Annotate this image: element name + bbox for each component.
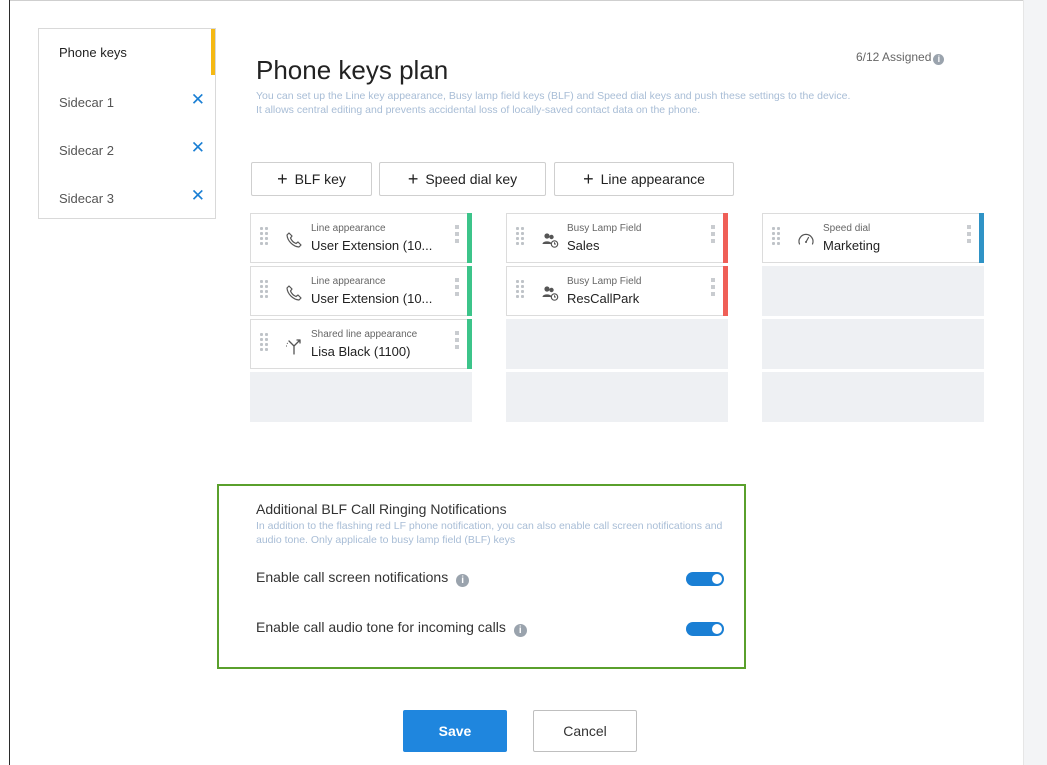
empty-key-slot[interactable] xyxy=(506,319,728,369)
key-menu-icon[interactable] xyxy=(455,225,459,247)
info-icon[interactable]: i xyxy=(513,624,527,637)
plus-icon: + xyxy=(583,169,594,189)
key-name: ResCallPark xyxy=(567,291,640,306)
tab-label: Sidecar 2 xyxy=(59,143,114,158)
notifications-description: In addition to the flashing red LF phone… xyxy=(256,520,723,546)
toggle-knob xyxy=(712,624,722,634)
audio-tone-label: Enable call audio tone for incoming call… xyxy=(256,619,506,635)
add-blf-key-button[interactable]: + BLF key xyxy=(251,162,372,196)
phone-key-card[interactable]: Line appearance User Extension (10... xyxy=(250,213,472,263)
tab-sidecar-2[interactable]: Sidecar 2 ✕ xyxy=(39,127,215,171)
button-label: Line appearance xyxy=(600,171,705,187)
key-menu-icon[interactable] xyxy=(455,278,459,300)
audio-tone-row: Enable call audio tone for incoming call… xyxy=(256,619,527,637)
key-menu-icon[interactable] xyxy=(711,225,715,247)
empty-key-slot[interactable] xyxy=(762,372,984,422)
key-menu-icon[interactable] xyxy=(967,225,971,247)
tab-sidecar-1[interactable]: Sidecar 1 ✕ xyxy=(39,79,215,123)
phone-key-card[interactable]: Busy Lamp Field Sales xyxy=(506,213,728,263)
key-menu-icon[interactable] xyxy=(711,278,715,300)
drag-handle-icon[interactable] xyxy=(516,227,524,247)
key-color-indicator xyxy=(467,213,472,263)
key-name: Marketing xyxy=(823,238,881,253)
active-tab-indicator xyxy=(211,29,215,75)
phone-key-card[interactable]: Shared line appearance Lisa Black (1100) xyxy=(250,319,472,369)
button-label: BLF key xyxy=(294,171,346,187)
key-name: Sales xyxy=(567,238,600,253)
button-label: Speed dial key xyxy=(425,171,518,187)
key-type: Line appearance xyxy=(311,223,386,234)
info-icon[interactable]: i xyxy=(456,574,470,587)
key-type: Busy Lamp Field xyxy=(567,223,642,234)
tab-sidecar-3[interactable]: Sidecar 3 ✕ xyxy=(39,175,215,219)
blf-notifications-panel: Additional BLF Call Ringing Notification… xyxy=(217,484,746,669)
tab-phone-keys[interactable]: Phone keys xyxy=(39,29,215,75)
blf-users-icon xyxy=(542,286,559,301)
plus-icon: + xyxy=(407,169,419,189)
key-color-indicator xyxy=(979,213,984,263)
plus-icon: + xyxy=(277,169,288,189)
screen-notifications-row: Enable call screen notifications i xyxy=(256,569,470,587)
empty-key-slot[interactable] xyxy=(506,372,728,422)
empty-key-slot[interactable] xyxy=(250,372,472,422)
key-color-indicator xyxy=(723,266,728,316)
phone-key-tabs: Phone keys Sidecar 1 ✕ Sidecar 2 ✕ Sidec… xyxy=(38,28,216,219)
page-title: Phone keys plan xyxy=(256,55,449,85)
page-description: You can set up the Line key appearance, … xyxy=(256,90,851,116)
key-menu-icon[interactable] xyxy=(455,331,459,353)
drag-handle-icon[interactable] xyxy=(260,333,268,353)
add-speed-dial-key-button[interactable]: + Speed dial key xyxy=(379,162,546,196)
key-color-indicator xyxy=(467,266,472,316)
tab-label: Phone keys xyxy=(59,45,127,60)
info-icon[interactable]: i xyxy=(933,54,945,65)
drag-handle-icon[interactable] xyxy=(260,280,268,300)
key-color-indicator xyxy=(723,213,728,263)
phone-key-card[interactable]: Busy Lamp Field ResCallPark xyxy=(506,266,728,316)
empty-key-slot[interactable] xyxy=(762,319,984,369)
close-icon[interactable]: ✕ xyxy=(191,187,205,204)
cancel-button[interactable]: Cancel xyxy=(533,710,637,752)
key-type: Speed dial xyxy=(823,223,871,234)
key-name: User Extension (10... xyxy=(311,291,433,306)
assigned-count: 6/12 Assigned i xyxy=(856,50,945,65)
add-line-appearance-button[interactable]: + Line appearance xyxy=(554,162,734,196)
shared-line-icon xyxy=(286,339,301,355)
phone-icon xyxy=(286,285,302,301)
tab-label: Sidecar 1 xyxy=(59,95,114,110)
drag-handle-icon[interactable] xyxy=(260,227,268,247)
phone-key-card[interactable]: Speed dial Marketing xyxy=(762,213,984,263)
key-type: Line appearance xyxy=(311,276,386,287)
blf-users-icon xyxy=(542,233,559,248)
phone-key-card[interactable]: Line appearance User Extension (10... xyxy=(250,266,472,316)
key-name: User Extension (10... xyxy=(311,238,433,253)
close-icon[interactable]: ✕ xyxy=(191,91,205,108)
tab-label: Sidecar 3 xyxy=(59,191,114,206)
window-left-border xyxy=(9,0,10,765)
screen-notifications-toggle[interactable] xyxy=(686,572,724,586)
key-type: Busy Lamp Field xyxy=(567,276,642,287)
empty-key-slot[interactable] xyxy=(762,266,984,316)
window-top-border xyxy=(9,0,1047,1)
speed-dial-icon xyxy=(798,233,814,245)
drag-handle-icon[interactable] xyxy=(772,227,780,247)
screen-notifications-label: Enable call screen notifications xyxy=(256,569,449,585)
key-color-indicator xyxy=(467,319,472,369)
right-side-panel xyxy=(1023,0,1047,765)
key-type: Shared line appearance xyxy=(311,329,418,340)
toggle-knob xyxy=(712,574,722,584)
close-icon[interactable]: ✕ xyxy=(191,139,205,156)
key-name: Lisa Black (1100) xyxy=(311,344,411,359)
save-button[interactable]: Save xyxy=(403,710,507,752)
assigned-text: 6/12 Assigned xyxy=(856,50,932,64)
phone-icon xyxy=(286,232,302,248)
drag-handle-icon[interactable] xyxy=(516,280,524,300)
audio-tone-toggle[interactable] xyxy=(686,622,724,636)
notifications-title: Additional BLF Call Ringing Notification… xyxy=(256,501,507,517)
